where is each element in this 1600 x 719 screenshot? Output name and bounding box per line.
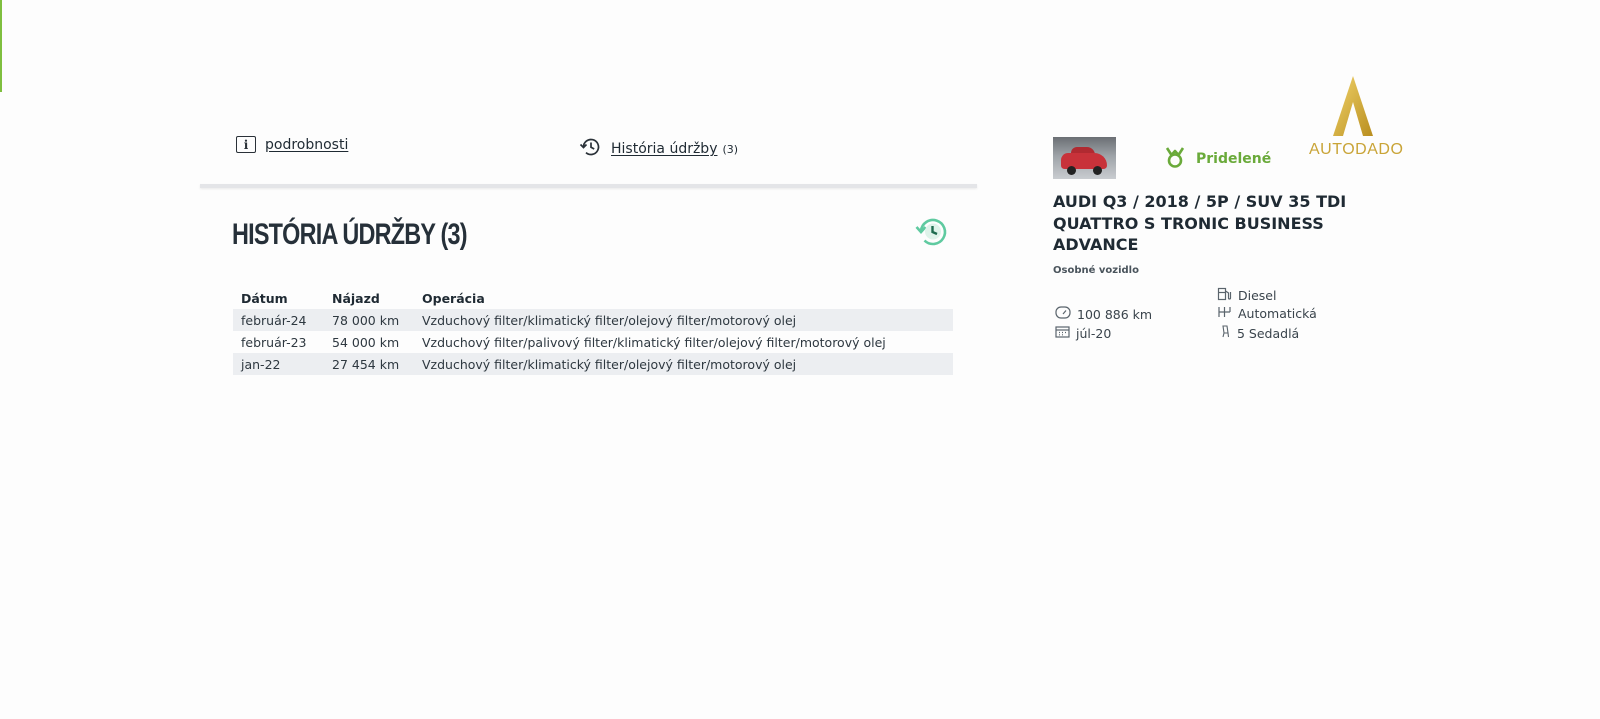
spec-mileage: 100 886 km [1055, 306, 1152, 322]
speedometer-icon [1055, 306, 1071, 322]
spec-fuel: Diesel [1217, 287, 1276, 304]
column-header-date: Dátum [241, 291, 288, 306]
tab-divider [200, 184, 977, 188]
tab-details[interactable]: i podrobnosti [236, 136, 348, 153]
car-thumbnail-wheel [1093, 166, 1102, 175]
logo-text: AUTODADO [1309, 141, 1404, 158]
car-title: AUDI Q3 / 2018 / 5P / SUV 35 TDI QUATTRO… [1053, 192, 1347, 254]
row-date: február-24 [233, 309, 324, 331]
vehicle-type: Osobné vozidlo [1053, 265, 1139, 276]
spec-fuel-value: Diesel [1238, 288, 1277, 303]
row-mileage: 54 000 km [332, 334, 400, 350]
maintenance-history-table: Dátum Nájazd Operácia február-24 78 000 … [233, 288, 953, 375]
fuel-pump-icon [1217, 287, 1232, 304]
car-thumbnail[interactable] [1053, 137, 1116, 179]
info-icon: i [236, 136, 256, 153]
spec-transmission-value: Automatická [1238, 306, 1317, 321]
row-operation: Vzduchový filter/palivový filter/klimati… [422, 334, 886, 350]
table-header-row: Dátum Nájazd Operácia [233, 288, 953, 309]
table-row: jan-22 27 454 km Vzduchový filter/klimat… [233, 353, 953, 375]
history-badge-icon [913, 216, 949, 254]
row-operation: Vzduchový filter/klimatický filter/olejo… [414, 353, 953, 375]
row-mileage: 78 000 km [324, 309, 414, 331]
spec-date-value: júl-20 [1076, 325, 1112, 341]
left-accent-bar [0, 0, 2, 92]
tab-history[interactable]: História údržby (3) [578, 136, 738, 162]
table-row: február-24 78 000 km Vzduchový filter/kl… [233, 309, 953, 331]
spec-mileage-value: 100 886 km [1077, 306, 1153, 322]
column-header-operation: Operácia [422, 291, 485, 306]
seat-icon [1220, 325, 1231, 341]
row-date: jan-22 [233, 353, 324, 375]
tab-details-label[interactable]: podrobnosti [265, 137, 348, 153]
column-header-mileage: Nájazd [332, 291, 380, 306]
spec-transmission: Automatická [1217, 306, 1317, 321]
section-title: HISTÓRIA ÚDRŽBY (3) [232, 218, 468, 251]
car-thumbnail-wheel [1067, 166, 1076, 175]
table-row: február-23 54 000 km Vzduchový filter/pa… [233, 331, 953, 353]
spec-registration-date: júl-20 [1055, 325, 1111, 341]
row-operation: Vzduchový filter/klimatický filter/olejo… [414, 309, 953, 331]
tab-history-count: (3) [722, 142, 739, 156]
detail-tabs: i podrobnosti História údržby (3) [200, 122, 977, 189]
autodado-logo[interactable]: AUTODADO [1307, 76, 1403, 158]
row-date: február-23 [241, 334, 307, 350]
spec-seats: 5 Sedadlá [1220, 325, 1299, 341]
ribbon-award-icon [1164, 146, 1186, 172]
assigned-badge: Pridelené [1164, 146, 1271, 172]
tab-history-label[interactable]: História údržby [611, 141, 717, 157]
calendar-icon [1055, 325, 1070, 341]
assigned-label: Pridelené [1196, 151, 1272, 167]
spec-seats-value: 5 Sedadlá [1237, 325, 1300, 341]
row-mileage: 27 454 km [324, 353, 414, 375]
history-icon [578, 136, 602, 162]
gearbox-icon [1217, 306, 1232, 321]
